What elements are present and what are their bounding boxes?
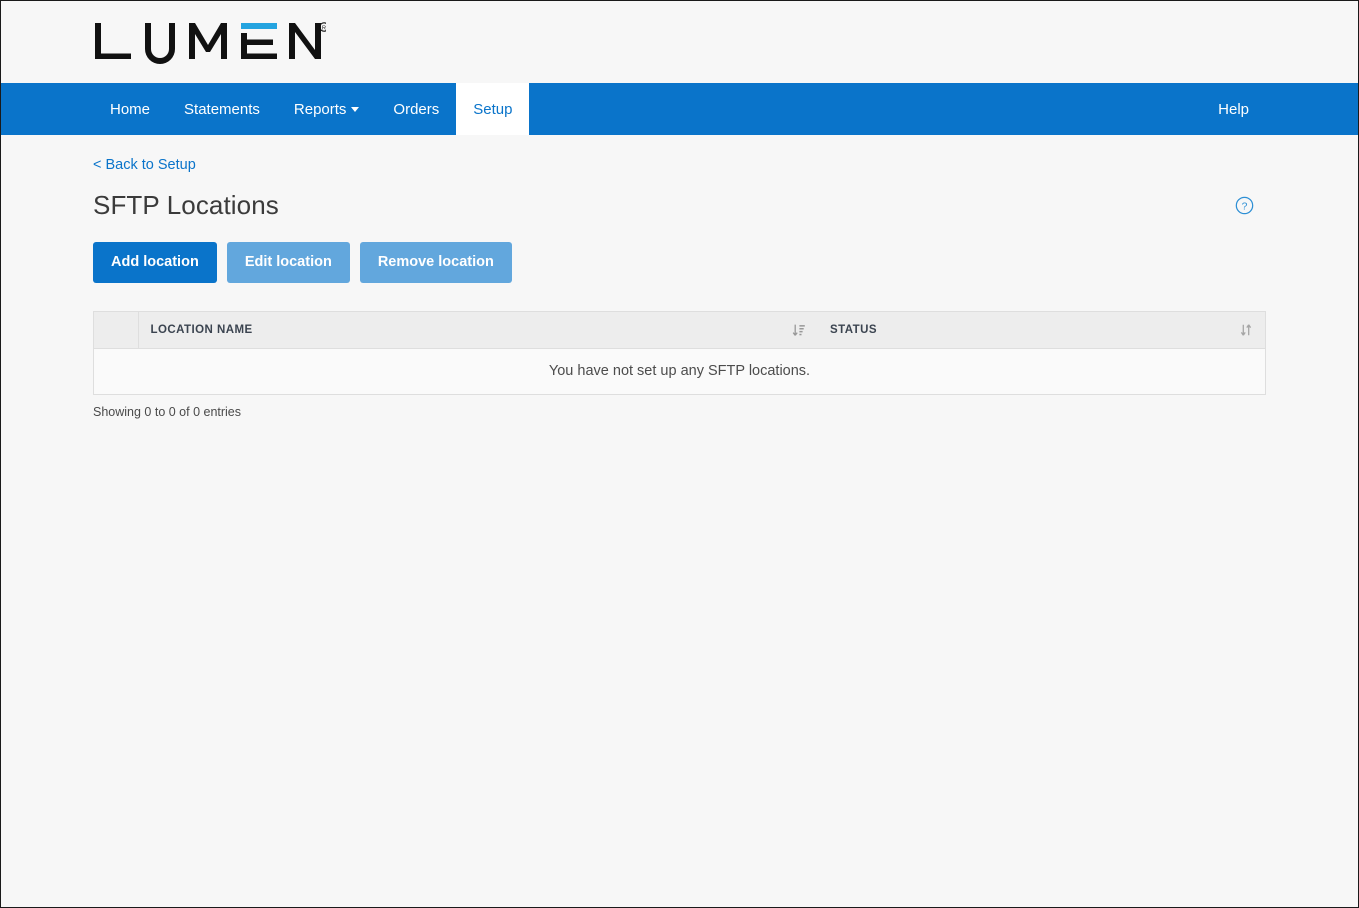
table-head: LOCATION NAME STATUS [94, 312, 1265, 349]
nav-item-statements[interactable]: Statements [167, 83, 277, 135]
column-header-status[interactable]: STATUS [818, 312, 1265, 349]
primary-navigation: Home Statements Reports Orders Setup Hel… [1, 83, 1358, 135]
nav-item-statements-label: Statements [184, 100, 260, 118]
table-header-row: LOCATION NAME STATUS [94, 312, 1265, 349]
nav-item-home[interactable]: Home [93, 83, 167, 135]
column-header-location-name-label: LOCATION NAME [150, 323, 253, 336]
nav-right: Help [1201, 83, 1358, 135]
nav-item-orders[interactable]: Orders [376, 83, 456, 135]
page-frame: R Home Statements Reports Orders Setup H… [0, 0, 1359, 908]
page-title: SFTP Locations [93, 190, 279, 220]
nav-item-reports[interactable]: Reports [277, 83, 377, 135]
nav-items: Home Statements Reports Orders Setup [93, 83, 530, 135]
edit-location-button[interactable]: Edit location [226, 242, 350, 283]
action-bar: Add location Edit location Remove locati… [93, 242, 1266, 283]
breadcrumb-back-to-setup[interactable]: < Back to Setup [93, 157, 196, 173]
help-question-icon[interactable]: ? [1235, 196, 1254, 215]
nav-item-setup-label: Setup [473, 100, 513, 118]
nav-item-help-label: Help [1218, 100, 1249, 118]
nav-item-orders-label: Orders [393, 100, 440, 118]
brand-header: R [1, 1, 1358, 83]
sort-unsorted-icon [1240, 324, 1252, 336]
svg-text:R: R [322, 26, 326, 32]
add-location-button[interactable]: Add location [93, 242, 217, 283]
lumen-logo-mark: R [95, 22, 326, 64]
nav-item-help[interactable]: Help [1201, 83, 1266, 135]
nav-item-setup[interactable]: Setup [456, 83, 530, 135]
page-title-row: SFTP Locations ? [93, 190, 1266, 221]
table-entries-info: Showing 0 to 0 of 0 entries [93, 405, 242, 419]
lumen-logo[interactable]: R [93, 19, 326, 65]
svg-text:?: ? [1242, 201, 1248, 212]
column-header-status-label: STATUS [830, 323, 877, 336]
remove-location-button[interactable]: Remove location [359, 242, 512, 283]
sort-descending-icon [792, 324, 805, 336]
table-body: You have not set up any SFTP locations. [94, 347, 1265, 394]
table-empty-row: You have not set up any SFTP locations. [94, 347, 1265, 394]
nav-item-reports-label: Reports [293, 100, 347, 118]
table-empty-message: You have not set up any SFTP locations. [94, 347, 1265, 394]
main-content: < Back to Setup SFTP Locations ? Add loc… [1, 135, 1358, 907]
column-header-location-name[interactable]: LOCATION NAME [138, 312, 818, 349]
sftp-locations-table: LOCATION NAME STATUS You have not set up… [94, 312, 1265, 394]
chevron-down-icon [351, 106, 360, 112]
sftp-locations-table-container: LOCATION NAME STATUS You have not set up… [93, 311, 1266, 395]
nav-item-home-label: Home [110, 100, 151, 118]
column-header-select [94, 312, 139, 349]
